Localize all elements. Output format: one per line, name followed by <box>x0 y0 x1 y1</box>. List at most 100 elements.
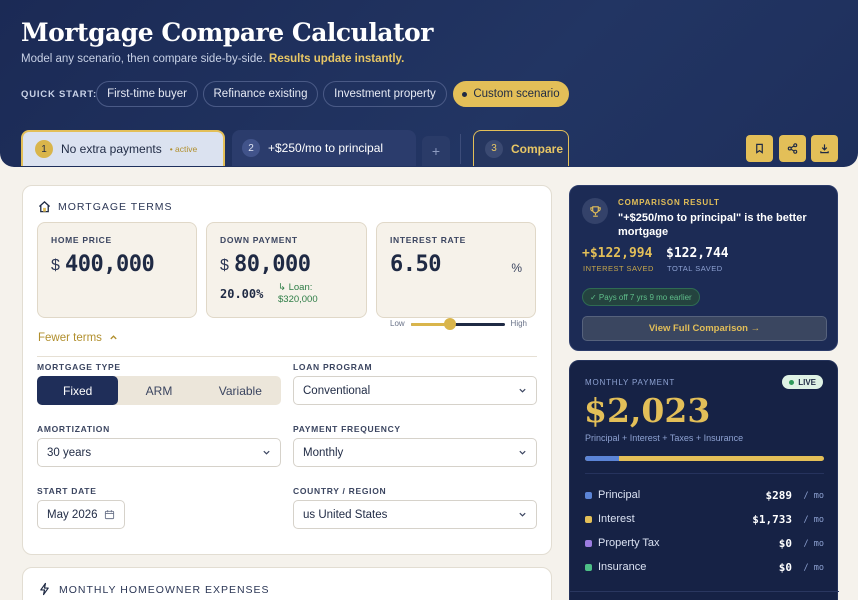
tab-scenario-2[interactable]: 2 +$250/mo to principal <box>232 130 416 166</box>
select-value: 30 years <box>47 446 92 459</box>
loan-program-label: LOAN PROGRAM <box>293 362 373 372</box>
tab-label: No extra payments <box>61 142 162 156</box>
tab-divider <box>460 134 461 164</box>
quick-start-first-time-buyer[interactable]: First-time buyer <box>96 81 198 107</box>
home-price-value[interactable]: 400,000 <box>65 252 155 277</box>
chevron-up-icon <box>110 335 117 340</box>
breakdown-row-property-tax: Property Tax $0 / mo <box>585 536 824 552</box>
mortgage-type-fixed[interactable]: Fixed <box>37 376 119 405</box>
field-label: DOWN PAYMENT <box>220 235 298 245</box>
total-saved-value: $122,744 <box>666 246 729 261</box>
download-button[interactable] <box>811 135 838 162</box>
subtitle-text: Model any scenario, then compare side-by… <box>21 53 266 65</box>
bookmark-icon <box>756 143 763 154</box>
color-swatch <box>585 540 592 547</box>
payment-frequency-label: PAYMENT FREQUENCY <box>293 424 401 434</box>
add-scenario-button[interactable]: + <box>422 136 450 166</box>
homeowner-expenses-card: MONTHLY HOMEOWNER EXPENSES <box>22 567 552 600</box>
mortgage-type-label: MORTGAGE TYPE <box>37 362 121 372</box>
payment-kicker: MONTHLY PAYMENT <box>585 378 676 387</box>
currency-symbol: $ <box>51 257 60 274</box>
live-badge: LIVE <box>782 375 823 389</box>
comparison-summary: "+$250/mo to principal" is the better mo… <box>618 212 807 238</box>
quick-start-investment[interactable]: Investment property <box>323 81 447 107</box>
page-subtitle: Model any scenario, then compare side-by… <box>21 53 404 65</box>
chevron-down-icon <box>263 450 270 455</box>
amortization-select[interactable]: 30 years <box>37 438 281 467</box>
quick-start-custom[interactable]: Custom scenario <box>453 81 569 107</box>
tab-compare[interactable]: 3 Compare <box>473 130 569 166</box>
comparison-kicker: COMPARISON RESULT <box>618 198 720 207</box>
interest-rate-field[interactable]: INTEREST RATE 6.50 % Low High <box>376 222 536 330</box>
payment-subtitle: Principal + Interest + Taxes + Insurance <box>585 433 744 443</box>
live-label: LIVE <box>798 377 816 387</box>
down-payment-percent[interactable]: 20.00% <box>220 287 263 301</box>
loan-program-select[interactable]: Conventional <box>293 376 537 405</box>
payment-frequency-select[interactable]: Monthly <box>293 438 537 467</box>
live-dot-icon <box>789 379 795 385</box>
mortgage-type-variable[interactable]: Variable <box>200 376 281 405</box>
house-icon <box>38 200 51 213</box>
color-swatch <box>585 516 592 523</box>
select-value: us United States <box>303 508 388 521</box>
tab-number: 2 <box>242 139 260 157</box>
slider-thumb[interactable] <box>444 318 457 330</box>
monthly-payment-card: MONTHLY PAYMENT LIVE $2,023 Principal + … <box>569 360 839 600</box>
tab-number: 3 <box>485 139 503 158</box>
principal-bar-segment <box>585 456 620 461</box>
breakdown-name: Principal <box>598 489 641 501</box>
color-swatch <box>585 564 592 571</box>
payoff-badge: ✓ Pays off 7 yrs 9 mo earlier <box>582 288 700 306</box>
home-price-field[interactable]: HOME PRICE $ 400,000 <box>37 222 197 318</box>
monthly-payment-amount: $2,023 <box>584 391 711 430</box>
slider-low-label: Low <box>390 319 405 328</box>
breakdown-unit: / mo <box>803 539 824 549</box>
calendar-icon <box>104 510 115 520</box>
loan-note-label: ↳ Loan: <box>278 282 313 293</box>
fewer-terms-toggle[interactable]: Fewer terms <box>38 332 118 344</box>
chevron-down-icon <box>519 512 526 517</box>
breakdown-row-interest: Interest $1,733 / mo <box>585 512 824 528</box>
divider <box>570 591 839 592</box>
breakdown-row-principal: Principal $289 / mo <box>585 488 824 504</box>
interest-rate-value[interactable]: 6.50 <box>390 252 441 277</box>
interest-saved-value: +$122,994 <box>582 246 653 261</box>
quick-start-refinance[interactable]: Refinance existing <box>203 81 318 107</box>
chip-label: Custom scenario <box>473 88 560 100</box>
share-icon <box>787 143 798 154</box>
toggle-label: Fewer terms <box>38 332 102 344</box>
page-title: Mortgage Compare Calculator <box>21 18 433 47</box>
breakdown-unit: / mo <box>803 491 824 501</box>
breakdown-unit: / mo <box>803 563 824 573</box>
start-date-input[interactable]: May 2026 <box>37 500 125 529</box>
percent-unit: % <box>511 261 522 275</box>
mortgage-type-arm[interactable]: ARM <box>118 376 199 405</box>
currency-symbol: $ <box>220 257 229 274</box>
slider-high-label: High <box>510 319 527 328</box>
comparison-result-card: COMPARISON RESULT "+$250/mo to principal… <box>569 185 838 351</box>
download-icon <box>820 144 829 154</box>
tab-number: 1 <box>35 140 53 158</box>
down-payment-value[interactable]: 80,000 <box>234 252 311 277</box>
chip-label: Investment property <box>334 88 436 100</box>
divider <box>585 473 824 474</box>
bookmark-button[interactable] <box>746 135 773 162</box>
interest-rate-slider[interactable] <box>411 318 505 330</box>
trophy-icon <box>589 205 601 217</box>
view-full-comparison-button[interactable]: View Full Comparison → <box>582 316 827 341</box>
active-badge: • active <box>169 144 198 154</box>
trophy-badge <box>582 198 608 224</box>
share-button[interactable] <box>779 135 806 162</box>
section-title: MONTHLY HOMEOWNER EXPENSES <box>59 584 270 596</box>
select-value: Conventional <box>303 384 371 397</box>
chip-label: Refinance existing <box>213 88 308 100</box>
tab-scenario-1[interactable]: 1 No extra payments • active <box>21 130 225 166</box>
country-select[interactable]: us United States <box>293 500 537 529</box>
amortization-label: AMORTIZATION <box>37 424 110 434</box>
down-payment-field[interactable]: DOWN PAYMENT $ 80,000 20.00% ↳ Loan: $32… <box>206 222 367 318</box>
loan-amount-note: ↳ Loan: $320,000 <box>278 282 318 306</box>
tab-label: +$250/mo to principal <box>268 141 384 155</box>
breakdown-row-insurance: Insurance $0 / mo <box>585 560 824 576</box>
interest-saved-label: INTEREST SAVED <box>583 264 654 273</box>
select-value: May 2026 <box>47 508 98 521</box>
